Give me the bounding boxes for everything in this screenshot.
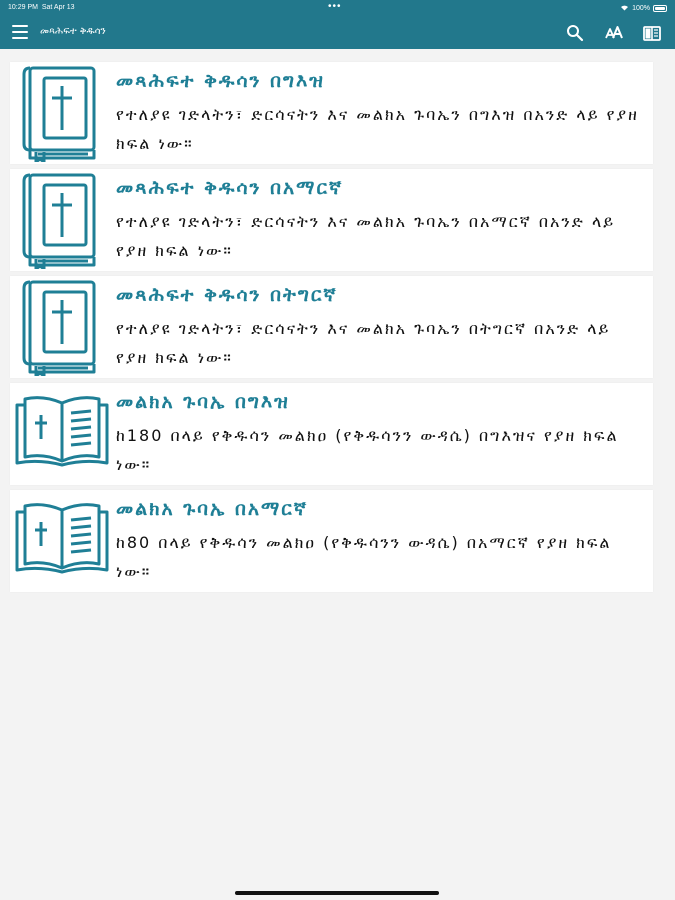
status-time-text: 10:29 PM — [8, 4, 38, 11]
list-item[interactable]: መልክአ ጉባኤ በግእዝ ከ180 በላይ የቅዱሳን መልክዐ (የቅዱሳን… — [10, 383, 653, 485]
navigation-bar: መጻሕፍተ ቅዱሳን — [0, 16, 675, 49]
page-title: መጻሕፍተ ቅዱሳን — [40, 26, 106, 37]
open-bible-icon — [13, 500, 111, 574]
item-title: መጻሕፍተ ቅዱሳን በትግርኛ — [116, 284, 338, 306]
section-list: መጻሕፍተ ቅዱሳን በግእዝ የተለያዩ ገድላትን፣ ድርሳናትን እና መ… — [10, 62, 653, 597]
status-right: 100% — [620, 4, 667, 13]
closed-bible-icon — [22, 173, 98, 271]
home-indicator[interactable] — [235, 891, 439, 895]
item-description: የተለያዩ ገድላትን፣ ድርሳናትን እና መልክአ ጉባኤን በግእዝ በአ… — [116, 105, 639, 153]
wifi-icon — [620, 4, 629, 13]
open-bible-icon — [13, 393, 111, 467]
item-description: ከ80 በላይ የቅዱሳን መልክዐ (የቅዱሳንን ውዳሴ) በአማርኛ የያ… — [116, 533, 612, 581]
battery-percent: 100% — [632, 5, 650, 12]
item-title: መልክአ ጉባኤ በአማርኛ — [116, 498, 308, 520]
item-description: የተለያዩ ገድላትን፣ ድርሳናትን እና መልክአ ጉባኤን በአማርኛ በ… — [116, 212, 616, 260]
closed-bible-icon — [22, 280, 98, 378]
font-size-icon[interactable] — [604, 23, 624, 43]
closed-bible-icon — [22, 66, 98, 164]
multitasking-dots[interactable]: ••• — [328, 1, 342, 12]
item-description: የተለያዩ ገድላትን፣ ድርሳናትን እና መልክአ ጉባኤን በትግርኛ በ… — [116, 319, 611, 367]
list-item[interactable]: መጻሕፍተ ቅዱሳን በትግርኛ የተለያዩ ገድላትን፣ ድርሳናትን እና … — [10, 276, 653, 378]
status-time: 10:29 PM Sat Apr 13 — [8, 4, 75, 11]
list-item[interactable]: መጻሕፍተ ቅዱሳን በግእዝ የተለያዩ ገድላትን፣ ድርሳናትን እና መ… — [10, 62, 653, 164]
status-bar: 10:29 PM Sat Apr 13 ••• 100% — [0, 0, 675, 16]
list-item[interactable]: መልክአ ጉባኤ በአማርኛ ከ80 በላይ የቅዱሳን መልክዐ (የቅዱሳን… — [10, 490, 653, 592]
list-item[interactable]: መጻሕፍተ ቅዱሳን በአማርኛ የተለያዩ ገድላትን፣ ድርሳናትን እና … — [10, 169, 653, 271]
item-title: መልክአ ጉባኤ በግእዝ — [116, 391, 290, 413]
item-title: መጻሕፍተ ቅዱሳን በአማርኛ — [116, 177, 344, 199]
item-description: ከ180 በላይ የቅዱሳን መልክዐ (የቅዱሳንን ውዳሴ) በግእዝና የ… — [116, 426, 619, 474]
status-date-text: Sat Apr 13 — [41, 4, 75, 11]
book-icon[interactable] — [642, 23, 662, 43]
item-title: መጻሕፍተ ቅዱሳን በግእዝ — [116, 70, 325, 92]
battery-icon — [653, 5, 667, 12]
search-icon[interactable] — [565, 23, 585, 43]
menu-icon[interactable] — [12, 25, 28, 39]
